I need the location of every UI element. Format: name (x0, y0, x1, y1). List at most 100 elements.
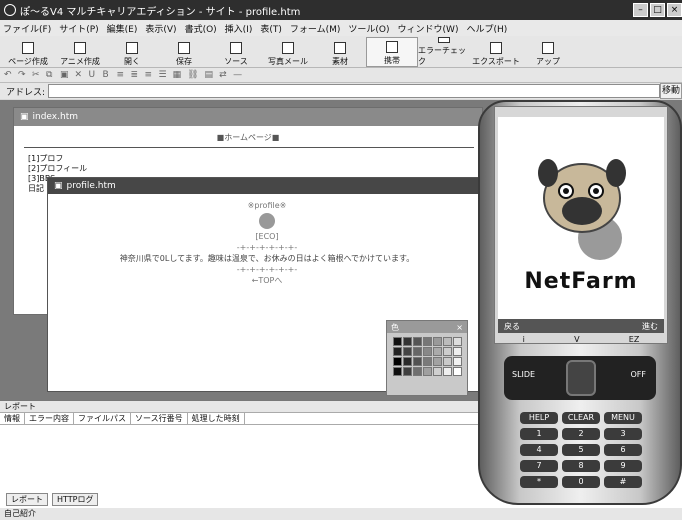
column-header[interactable]: ファイルパス (74, 413, 131, 424)
menu-insert[interactable]: 挿入(I) (225, 22, 253, 35)
key-i[interactable]: i (523, 335, 525, 347)
index-link-profile[interactable]: [2]プロフィール (28, 164, 87, 174)
palette-swatch[interactable] (433, 357, 442, 366)
undo-icon[interactable]: ↶ (4, 70, 12, 80)
palette-swatch[interactable] (403, 347, 412, 356)
list-icon[interactable]: ☰ (159, 70, 167, 80)
palette-swatch[interactable] (443, 367, 452, 376)
redo-icon[interactable]: ↷ (18, 70, 26, 80)
palette-swatch[interactable] (403, 337, 412, 346)
marquee-icon[interactable]: ⇄ (219, 70, 227, 80)
palette-swatch[interactable] (413, 347, 422, 356)
key-5[interactable]: 5 (562, 444, 600, 456)
align-center-icon[interactable]: ≣ (131, 70, 139, 80)
key-1[interactable]: 1 (520, 428, 558, 440)
key-4[interactable]: 4 (520, 444, 558, 456)
palette-swatch[interactable] (393, 367, 402, 376)
menu-window[interactable]: ウィンドウ(W) (398, 22, 459, 35)
toolbar-error-check[interactable]: エラーチェック (418, 37, 470, 67)
key-7[interactable]: 7 (520, 460, 558, 472)
key-ez[interactable]: EZ (629, 335, 640, 347)
palette-swatch[interactable] (443, 357, 452, 366)
palette-swatch[interactable] (413, 337, 422, 346)
palette-swatch[interactable] (413, 367, 422, 376)
menu-help[interactable]: ヘルプ(H) (466, 22, 507, 35)
palette-titlebar[interactable]: 色 × (387, 321, 467, 333)
toolbar-photo-mail[interactable]: 写真メール (262, 37, 314, 67)
palette-swatch[interactable] (403, 357, 412, 366)
key-menu[interactable]: MENU (604, 412, 642, 424)
key-star[interactable]: * (520, 476, 558, 488)
palette-swatch[interactable] (433, 347, 442, 356)
palette-swatch[interactable] (393, 347, 402, 356)
column-header[interactable]: 情報 (0, 413, 25, 424)
palette-swatch[interactable] (393, 337, 402, 346)
palette-swatch[interactable] (453, 337, 462, 346)
palette-swatch[interactable] (433, 367, 442, 376)
toolbar-export[interactable]: エクスポート (470, 37, 522, 67)
profile-window-titlebar[interactable]: ▣ profile.htm (48, 178, 486, 194)
tab-report[interactable]: レポート (6, 493, 48, 506)
column-header[interactable]: ソース行番号 (131, 413, 188, 424)
slide-button[interactable]: SLIDE (512, 370, 535, 379)
palette-swatch[interactable] (423, 367, 432, 376)
menu-tools[interactable]: ツール(O) (348, 22, 389, 35)
key-help[interactable]: HELP (520, 412, 558, 424)
menu-edit[interactable]: 編集(E) (107, 22, 138, 35)
palette-close-icon[interactable]: × (456, 323, 463, 332)
key-0[interactable]: 0 (562, 476, 600, 488)
key-6[interactable]: 6 (604, 444, 642, 456)
menu-form[interactable]: フォーム(M) (290, 22, 341, 35)
palette-swatch[interactable] (423, 347, 432, 356)
softkey-back[interactable]: 戻る (504, 321, 520, 332)
center-select-button[interactable] (566, 360, 596, 396)
hr-icon[interactable]: — (233, 70, 242, 80)
menu-file[interactable]: ファイル(F) (3, 22, 51, 35)
off-button[interactable]: OFF (631, 370, 647, 379)
column-header[interactable]: エラー内容 (25, 413, 74, 424)
key-3[interactable]: 3 (604, 428, 642, 440)
underline-icon[interactable]: U (89, 70, 97, 80)
address-input[interactable] (48, 84, 660, 98)
back-to-top-link[interactable]: ←TOPへ (48, 275, 486, 286)
palette-swatch[interactable] (433, 337, 442, 346)
palette-swatch[interactable] (453, 347, 462, 356)
delete-icon[interactable]: ✕ (75, 70, 83, 80)
menu-view[interactable]: 表示(V) (145, 22, 176, 35)
key-v[interactable]: V (574, 335, 579, 347)
align-left-icon[interactable]: ≡ (117, 70, 125, 80)
toolbar-anime-create[interactable]: アニメ作成 (54, 37, 106, 67)
palette-swatch[interactable] (443, 347, 452, 356)
maximize-icon[interactable]: □ (650, 3, 665, 17)
image-icon[interactable]: ▦ (173, 70, 182, 80)
toolbar-open[interactable]: 開く (106, 37, 158, 67)
toolbar-mobile[interactable]: 携帯 (366, 37, 418, 67)
toolbar-upload[interactable]: アップ (522, 37, 574, 67)
link-icon[interactable]: ⛓ (187, 70, 198, 80)
key-8[interactable]: 8 (562, 460, 600, 472)
go-button[interactable]: 移動 (660, 83, 682, 99)
index-window-titlebar[interactable]: ▣ index.htm (14, 108, 482, 126)
tab-http-log[interactable]: HTTPログ (52, 493, 99, 506)
toolbar-source[interactable]: ソース (210, 37, 262, 67)
bold-icon[interactable]: B (103, 70, 111, 80)
palette-swatch[interactable] (413, 357, 422, 366)
copy-icon[interactable]: ⧉ (46, 70, 54, 80)
palette-swatch[interactable] (453, 367, 462, 376)
table-icon[interactable]: ▤ (205, 70, 214, 80)
menu-format[interactable]: 書式(O) (185, 22, 217, 35)
key-9[interactable]: 9 (604, 460, 642, 472)
align-right-icon[interactable]: ≡ (145, 70, 153, 80)
index-link-profile-short[interactable]: [1]プロフ (28, 154, 87, 164)
toolbar-material[interactable]: 素材 (314, 37, 366, 67)
key-hash[interactable]: # (604, 476, 642, 488)
cut-icon[interactable]: ✂ (32, 70, 40, 80)
menu-site[interactable]: サイト(P) (59, 22, 98, 35)
paste-icon[interactable]: ▣ (60, 70, 69, 80)
palette-swatch[interactable] (403, 367, 412, 376)
palette-swatch[interactable] (393, 357, 402, 366)
palette-swatch[interactable] (443, 337, 452, 346)
column-header[interactable]: 処理した時刻 (188, 413, 245, 424)
close-icon[interactable]: × (667, 3, 682, 17)
palette-swatch[interactable] (423, 337, 432, 346)
